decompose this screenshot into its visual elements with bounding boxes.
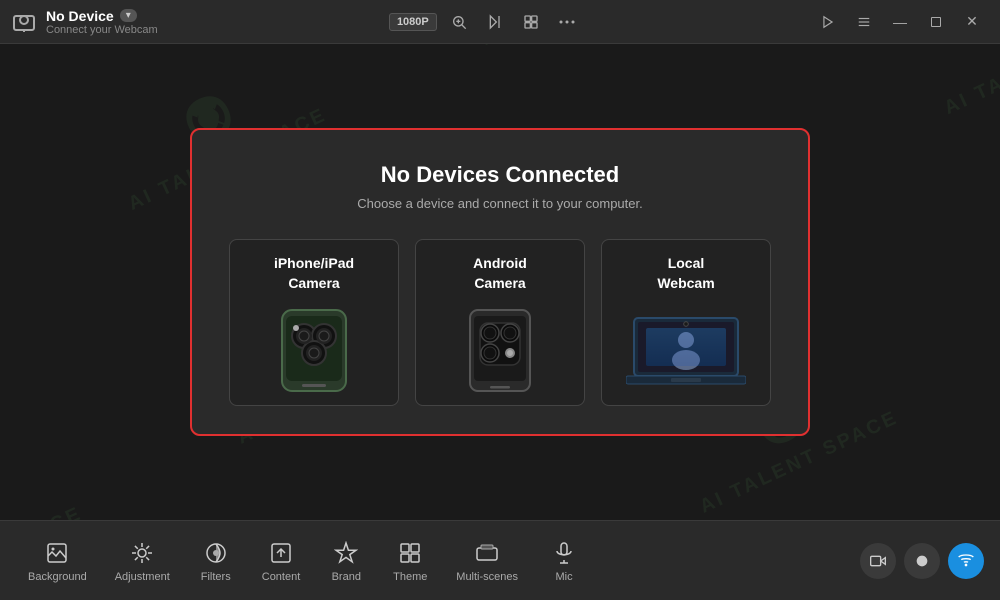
content-icon xyxy=(267,539,295,567)
android-image xyxy=(440,305,560,395)
more-button[interactable] xyxy=(553,16,581,28)
toolbar-filters[interactable]: Filters xyxy=(186,531,246,591)
device-options: iPhone/iPadCamera xyxy=(220,239,780,406)
title-bar-center: 1080P xyxy=(389,10,581,34)
toolbar-items-right xyxy=(860,543,984,579)
stream-button[interactable] xyxy=(948,543,984,579)
device-option-webcam[interactable]: LocalWebcam xyxy=(601,239,771,406)
iphone-image xyxy=(254,305,374,395)
minimize-button[interactable]: — xyxy=(884,8,916,36)
skip-button[interactable] xyxy=(481,10,509,34)
brand-icon xyxy=(332,539,360,567)
background-icon xyxy=(43,539,71,567)
toolbar-brand[interactable]: Brand xyxy=(316,531,376,591)
title-bar-left: No Device ▾ Connect your Webcam xyxy=(12,8,158,36)
theme-label: Theme xyxy=(393,571,427,583)
toolbar-theme[interactable]: Theme xyxy=(380,531,440,591)
zoom-button[interactable] xyxy=(445,10,473,34)
device-option-iphone[interactable]: iPhone/iPadCamera xyxy=(229,239,399,406)
webcam-icon xyxy=(12,10,36,34)
multiscenes-icon xyxy=(473,539,501,567)
theme-icon xyxy=(396,539,424,567)
device-name: No Device xyxy=(46,8,114,24)
content-label: Content xyxy=(262,571,301,583)
mic-icon xyxy=(550,539,578,567)
local-webcam-label: LocalWebcam xyxy=(657,254,714,293)
play-button[interactable] xyxy=(812,8,844,36)
no-devices-card: No Devices Connected Choose a device and… xyxy=(190,128,810,436)
toolbar-items-left: Background Adjustment xyxy=(16,531,860,591)
webcam-device-image xyxy=(626,305,746,395)
device-option-android[interactable]: AndroidCamera xyxy=(415,239,585,406)
menu-button[interactable] xyxy=(848,8,880,36)
android-camera-label: AndroidCamera xyxy=(473,254,527,293)
no-devices-title: No Devices Connected xyxy=(381,162,619,188)
multiscenes-label: Multi-scenes xyxy=(456,571,518,583)
toolbar-background[interactable]: Background xyxy=(16,531,99,591)
device-dropdown[interactable]: ▾ xyxy=(120,9,137,22)
toolbar-multiscenes[interactable]: Multi-scenes xyxy=(444,531,530,591)
background-label: Background xyxy=(28,571,87,583)
device-subtitle: Connect your Webcam xyxy=(46,24,158,36)
device-name-row: No Device ▾ xyxy=(46,8,158,24)
record-button[interactable] xyxy=(904,543,940,579)
title-bar: No Device ▾ Connect your Webcam 1080P xyxy=(0,0,1000,44)
maximize-button[interactable] xyxy=(920,8,952,36)
layout-button[interactable] xyxy=(517,10,545,34)
iphone-camera-label: iPhone/iPadCamera xyxy=(274,254,354,293)
main-area: AI TALENT SPACE AI TALENT SPACE AI TALEN… xyxy=(0,44,1000,520)
title-bar-right: — ✕ xyxy=(812,8,988,36)
toolbar-mic[interactable]: Mic xyxy=(534,531,594,591)
resolution-badge[interactable]: 1080P xyxy=(389,13,437,31)
camera-button[interactable] xyxy=(860,543,896,579)
device-info: No Device ▾ Connect your Webcam xyxy=(46,8,158,36)
bottom-toolbar: Background Adjustment xyxy=(0,520,1000,600)
toolbar-content[interactable]: Content xyxy=(250,531,313,591)
filters-label: Filters xyxy=(201,571,231,583)
toolbar-adjustment[interactable]: Adjustment xyxy=(103,531,182,591)
no-devices-subtitle: Choose a device and connect it to your c… xyxy=(357,196,642,211)
filters-icon xyxy=(202,539,230,567)
adjustment-label: Adjustment xyxy=(115,571,170,583)
brand-label: Brand xyxy=(332,571,361,583)
close-button[interactable]: ✕ xyxy=(956,8,988,36)
mic-label: Mic xyxy=(555,571,572,583)
adjustment-icon xyxy=(128,539,156,567)
